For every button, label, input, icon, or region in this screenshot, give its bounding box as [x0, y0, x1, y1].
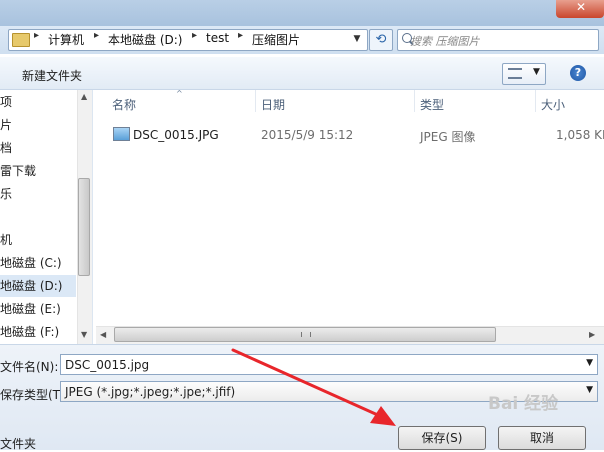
annotation-arrow: [231, 348, 396, 426]
